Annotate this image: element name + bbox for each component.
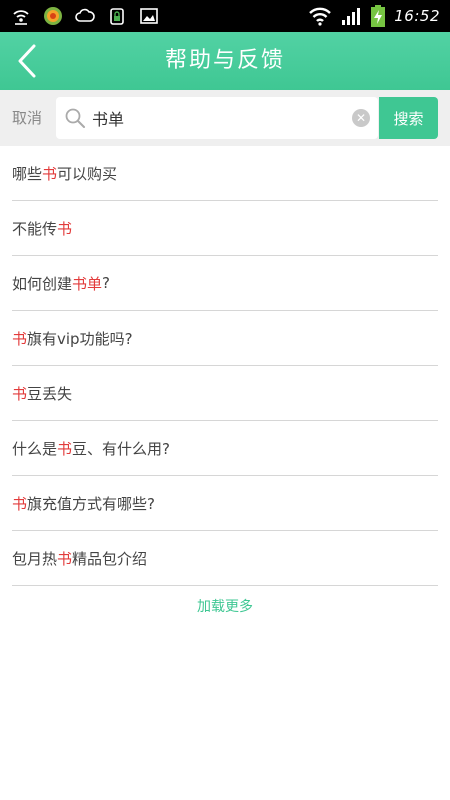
result-text: 什么是	[12, 439, 58, 458]
result-item[interactable]: 如何创建 书单?	[12, 256, 438, 311]
result-highlight: 书	[57, 439, 73, 458]
cancel-button[interactable]: 取消	[12, 90, 42, 146]
result-item[interactable]: 哪些书可以购买	[12, 146, 438, 201]
wifi-hotspot-icon	[13, 10, 29, 25]
result-highlight: 书单	[72, 274, 103, 293]
result-item[interactable]: 书旗充值方式有哪些?	[12, 476, 438, 531]
result-item[interactable]: 包月热书精品包介绍	[12, 531, 438, 586]
search-button[interactable]: 搜索	[379, 97, 438, 139]
result-text: 如何创建	[12, 274, 73, 293]
result-item[interactable]: 书豆丢失	[12, 366, 438, 421]
search-box[interactable]: ✕	[56, 97, 378, 139]
image-icon	[140, 8, 158, 24]
result-highlight: 书	[57, 219, 73, 238]
result-text: 不能传	[12, 219, 58, 238]
result-text: ?	[102, 274, 110, 292]
result-text: 旗有vip功能吗?	[27, 329, 133, 348]
page-title: 帮助与反馈	[164, 48, 285, 73]
battery-charging-icon	[371, 5, 386, 27]
cell-signal-icon	[342, 8, 361, 25]
result-highlight: 书	[42, 164, 58, 183]
result-text: 豆丢失	[27, 384, 73, 403]
result-highlight: 书	[57, 549, 73, 568]
sim-lock-icon	[110, 8, 124, 25]
result-text: 哪些	[12, 164, 43, 183]
app-header: 帮助与反馈	[0, 32, 450, 90]
result-text: 豆、有什么用?	[72, 439, 170, 458]
search-input[interactable]	[92, 103, 342, 133]
notification-icons	[10, 5, 160, 27]
result-item[interactable]: 什么是书豆、有什么用?	[12, 421, 438, 476]
status-bar: 16:52	[0, 0, 450, 32]
load-more-button[interactable]: 加载更多	[0, 596, 450, 616]
result-text: 包月热	[12, 549, 58, 568]
result-item[interactable]: 不能传书	[12, 201, 438, 256]
result-item[interactable]: 书旗有vip功能吗?	[12, 311, 438, 366]
search-icon	[65, 108, 85, 128]
status-time: 16:52	[394, 7, 440, 25]
result-text: 可以购买	[57, 164, 118, 183]
cloud-icon	[75, 8, 95, 22]
game-app-icon	[44, 7, 62, 25]
result-highlight: 书	[12, 329, 28, 348]
search-bar: 取消 ✕ 搜索	[0, 90, 450, 146]
result-text: 精品包介绍	[72, 549, 148, 568]
result-highlight: 书	[12, 384, 28, 403]
wifi-signal-icon	[309, 7, 332, 26]
system-icons: 16:52	[308, 3, 440, 29]
result-highlight: 书	[12, 494, 28, 513]
result-list: 哪些书可以购买 不能传书 如何创建 书单? 书旗有vip功能吗? 书豆丢失 什么是…	[12, 146, 438, 586]
result-text: 旗充值方式有哪些?	[27, 494, 155, 513]
clear-icon[interactable]: ✕	[352, 109, 370, 127]
